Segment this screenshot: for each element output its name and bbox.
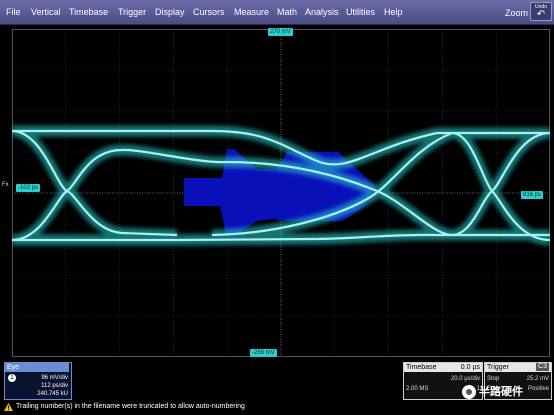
eye-time-per-div: 112 ps/div	[41, 383, 68, 389]
undo-button[interactable]: Undo ↶	[530, 2, 552, 21]
menu-vertical[interactable]: Vertical	[31, 6, 61, 18]
menu-utilities[interactable]: Utilities	[346, 6, 375, 18]
bottom-level-marker[interactable]: -268 mV	[250, 349, 277, 357]
trigger-title: Trigger	[487, 364, 509, 371]
fx-label: Fx	[2, 182, 9, 188]
trigger-header: Trigger C3	[485, 363, 551, 372]
trigger-row1-left: Stop	[487, 376, 500, 382]
eye-title: Eye	[5, 363, 69, 372]
trigger-channel-badge: C3	[536, 363, 549, 371]
menu-trigger[interactable]: Trigger	[118, 6, 146, 18]
menu-help[interactable]: Help	[384, 6, 403, 18]
waveform-display[interactable]: 270 mV -268 mV -102 ps 916 ps	[12, 28, 550, 357]
zoom-label[interactable]: Zoom	[505, 8, 528, 18]
menu-bar: File Vertical Timebase Trigger Display C…	[0, 0, 554, 25]
menu-timebase[interactable]: Timebase	[69, 6, 108, 18]
menu-math[interactable]: Math	[277, 6, 297, 18]
menu-analysis[interactable]: Analysis	[305, 6, 339, 18]
eye-diagram	[12, 29, 550, 357]
timebase-header: Timebase 0.0 µs	[404, 363, 482, 372]
timebase-title: Timebase	[406, 364, 437, 371]
right-time-marker[interactable]: 916 ps	[521, 191, 544, 199]
undo-arrow-icon: ↶	[536, 9, 546, 20]
eye-descriptor-box[interactable]: Eye 1 96 mV/div 112 ps/div 240.745 kU	[4, 362, 72, 400]
watermark-text: 半路硬件	[479, 386, 523, 398]
menu-measure[interactable]: Measure	[234, 6, 269, 18]
left-time-marker[interactable]: -102 ps	[16, 184, 41, 192]
eye-count: 240.745 kU	[37, 391, 68, 397]
menu-cursors[interactable]: Cursors	[193, 6, 225, 18]
status-message: Trailing number(s) in the filename were …	[16, 403, 245, 410]
menu-display[interactable]: Display	[155, 6, 185, 18]
warning-icon	[4, 403, 13, 411]
watermark: 半路硬件	[462, 383, 523, 400]
eye-volts-per-div: 96 mV/div	[41, 375, 68, 381]
trace-number-badge: 1	[8, 374, 16, 382]
wechat-logo-icon	[462, 385, 476, 400]
menu-file[interactable]: File	[6, 6, 21, 18]
top-level-marker[interactable]: 270 mV	[268, 28, 293, 36]
timebase-row2-left: 2.00 MS	[406, 386, 429, 392]
timebase-value: 0.0 µs	[460, 364, 480, 371]
trigger-level: 25.2 mV	[526, 376, 549, 382]
trigger-slope: Positive	[527, 386, 549, 392]
timebase-row1-right: 20.0 µs/div	[450, 376, 480, 382]
